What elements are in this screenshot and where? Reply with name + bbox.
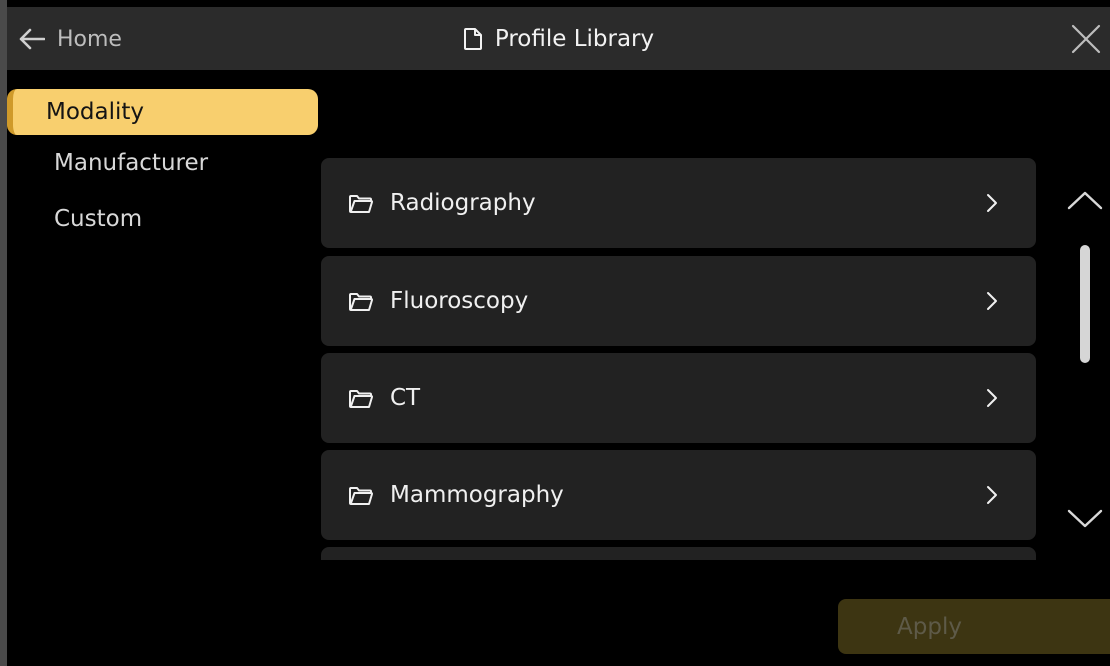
scroll-down-button[interactable] bbox=[1065, 503, 1105, 533]
list-item-label: Mammography bbox=[390, 482, 564, 508]
folder-icon bbox=[349, 293, 374, 311]
sidebar-item-manufacturer[interactable]: Manufacturer bbox=[15, 145, 318, 181]
title-bar: Home Profile Library bbox=[7, 7, 1110, 70]
list-item-fluoroscopy[interactable]: Fluoroscopy bbox=[321, 256, 1036, 346]
sidebar-item-label: Manufacturer bbox=[54, 150, 209, 176]
list-item-partial[interactable] bbox=[321, 547, 1036, 560]
profile-list[interactable]: Radiography Fluoroscopy CT Mammography bbox=[321, 158, 1043, 560]
chevron-right-icon bbox=[987, 292, 997, 310]
list-item-label: CT bbox=[390, 385, 421, 411]
list-item-mammography[interactable]: Mammography bbox=[321, 450, 1036, 540]
profile-library-window: Home Profile Library Modality Manufactur… bbox=[0, 0, 1110, 666]
folder-icon bbox=[349, 487, 374, 505]
chevron-right-icon bbox=[987, 194, 997, 212]
sidebar-item-label: Custom bbox=[54, 206, 143, 232]
list-item-radiography[interactable]: Radiography bbox=[321, 158, 1036, 248]
chevron-down-icon bbox=[1067, 509, 1103, 528]
document-icon bbox=[463, 28, 482, 50]
list-item-ct[interactable]: CT bbox=[321, 353, 1036, 443]
close-icon bbox=[1071, 24, 1101, 54]
sidebar-item-label: Modality bbox=[46, 99, 145, 125]
folder-icon bbox=[349, 195, 374, 213]
scrollbar[interactable] bbox=[1080, 245, 1090, 363]
chevron-right-icon bbox=[987, 389, 997, 407]
list-item-label: Radiography bbox=[390, 190, 536, 216]
folder-icon bbox=[349, 390, 374, 408]
close-button[interactable] bbox=[1068, 21, 1104, 57]
scrollbar-thumb[interactable] bbox=[1080, 245, 1090, 363]
apply-button-label: Apply bbox=[897, 613, 962, 640]
sidebar-item-custom[interactable]: Custom bbox=[15, 201, 318, 237]
page-title: Profile Library bbox=[7, 19, 1110, 59]
category-sidebar: Modality Manufacturer Custom bbox=[7, 89, 318, 257]
chevron-up-icon bbox=[1067, 191, 1103, 210]
chevron-right-icon bbox=[987, 486, 997, 504]
sidebar-item-modality[interactable]: Modality bbox=[7, 89, 318, 135]
page-title-text: Profile Library bbox=[494, 26, 655, 52]
scroll-up-button[interactable] bbox=[1065, 186, 1105, 216]
apply-button[interactable]: Apply bbox=[838, 599, 1110, 654]
list-item-label: Fluoroscopy bbox=[390, 288, 529, 314]
